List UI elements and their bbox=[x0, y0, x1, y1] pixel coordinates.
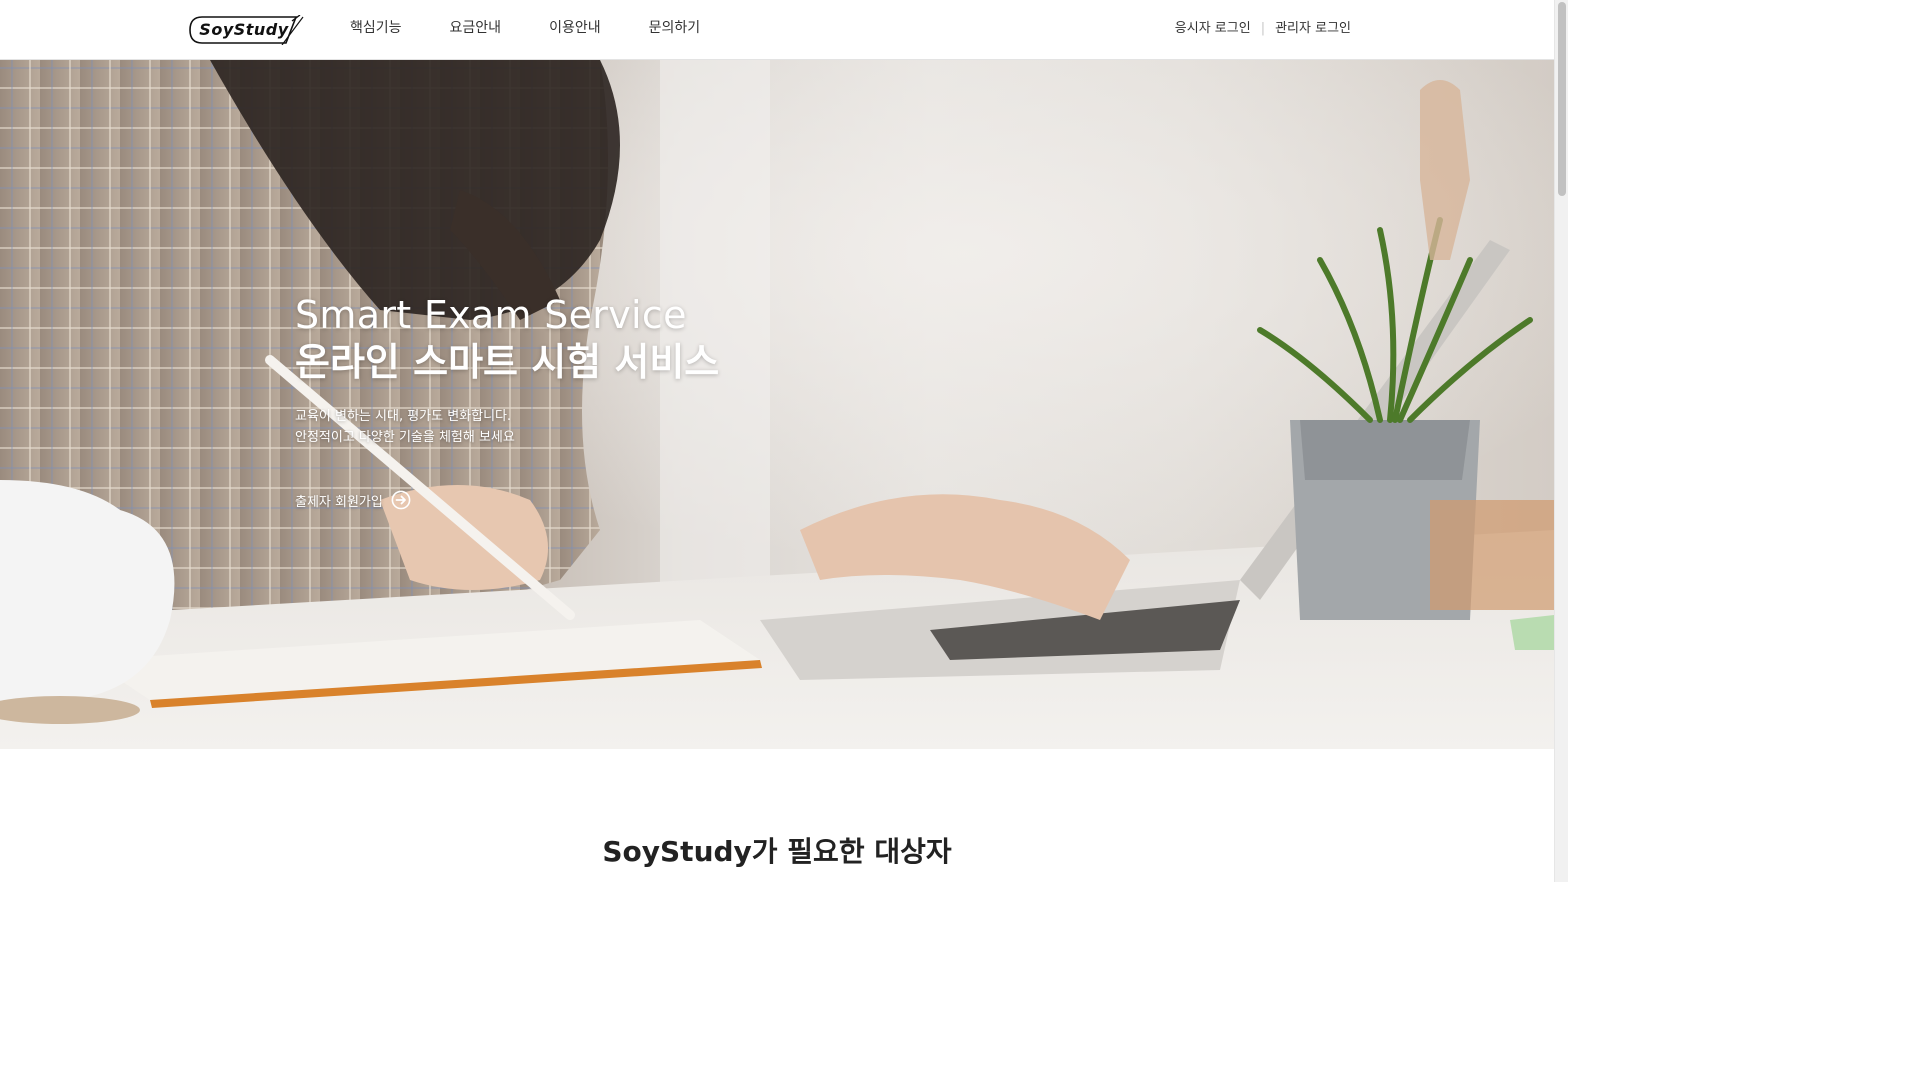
examiner-signup-button[interactable]: 출제자 회원가입 bbox=[295, 490, 411, 510]
site-header: SoyStudy 핵심기능 요금안내 이용안내 문의하기 응시자 로그인 | 관… bbox=[0, 0, 1554, 60]
hero-title-english: Smart Exam Service bbox=[295, 293, 687, 337]
nav-item-contact[interactable]: 문의하기 bbox=[649, 18, 701, 38]
hero-content: Smart Exam Service 온라인 스마트 시험 서비스 교육이 변하… bbox=[295, 292, 719, 510]
main-nav: 핵심기능 요금안내 이용안내 문의하기 bbox=[350, 18, 748, 38]
page-scrollbar[interactable] bbox=[1554, 0, 1568, 882]
applicant-login-link[interactable]: 응시자 로그인 bbox=[1175, 20, 1251, 38]
scrollbar-thumb[interactable] bbox=[1558, 2, 1566, 196]
admin-login-link[interactable]: 관리자 로그인 bbox=[1275, 20, 1351, 38]
page: SoyStudy 핵심기능 요금안내 이용안내 문의하기 응시자 로그인 | 관… bbox=[0, 0, 1568, 882]
login-links: 응시자 로그인 | 관리자 로그인 bbox=[1175, 20, 1351, 38]
examiner-signup-label: 출제자 회원가입 bbox=[295, 494, 383, 510]
hero-background-image bbox=[0, 60, 1554, 749]
hero-description: 교육이 변하는 시대, 평가도 변화합니다. 안정적이고 다양한 기술을 체험해… bbox=[295, 406, 719, 448]
hero-description-line-2: 안정적이고 다양한 기술을 체험해 보세요 bbox=[295, 430, 515, 445]
nav-item-core-features[interactable]: 핵심기능 bbox=[350, 18, 402, 38]
hero-banner: Smart Exam Service 온라인 스마트 시험 서비스 교육이 변하… bbox=[0, 60, 1554, 749]
logo-text: SoyStudy bbox=[199, 20, 289, 39]
logo[interactable]: SoyStudy bbox=[188, 14, 304, 46]
arrow-right-circle-icon bbox=[391, 490, 411, 510]
hero-description-line-1: 교육이 변하는 시대, 평가도 변화합니다. bbox=[295, 409, 512, 424]
nav-item-pricing[interactable]: 요금안내 bbox=[450, 18, 502, 38]
hero-title-korean: 온라인 스마트 시험 서비스 bbox=[295, 340, 720, 384]
login-separator: | bbox=[1260, 21, 1266, 36]
nav-item-usage-guide[interactable]: 이용안내 bbox=[549, 18, 601, 38]
target-users-section-title: SoyStudy가 필요한 대상자 bbox=[602, 835, 952, 868]
